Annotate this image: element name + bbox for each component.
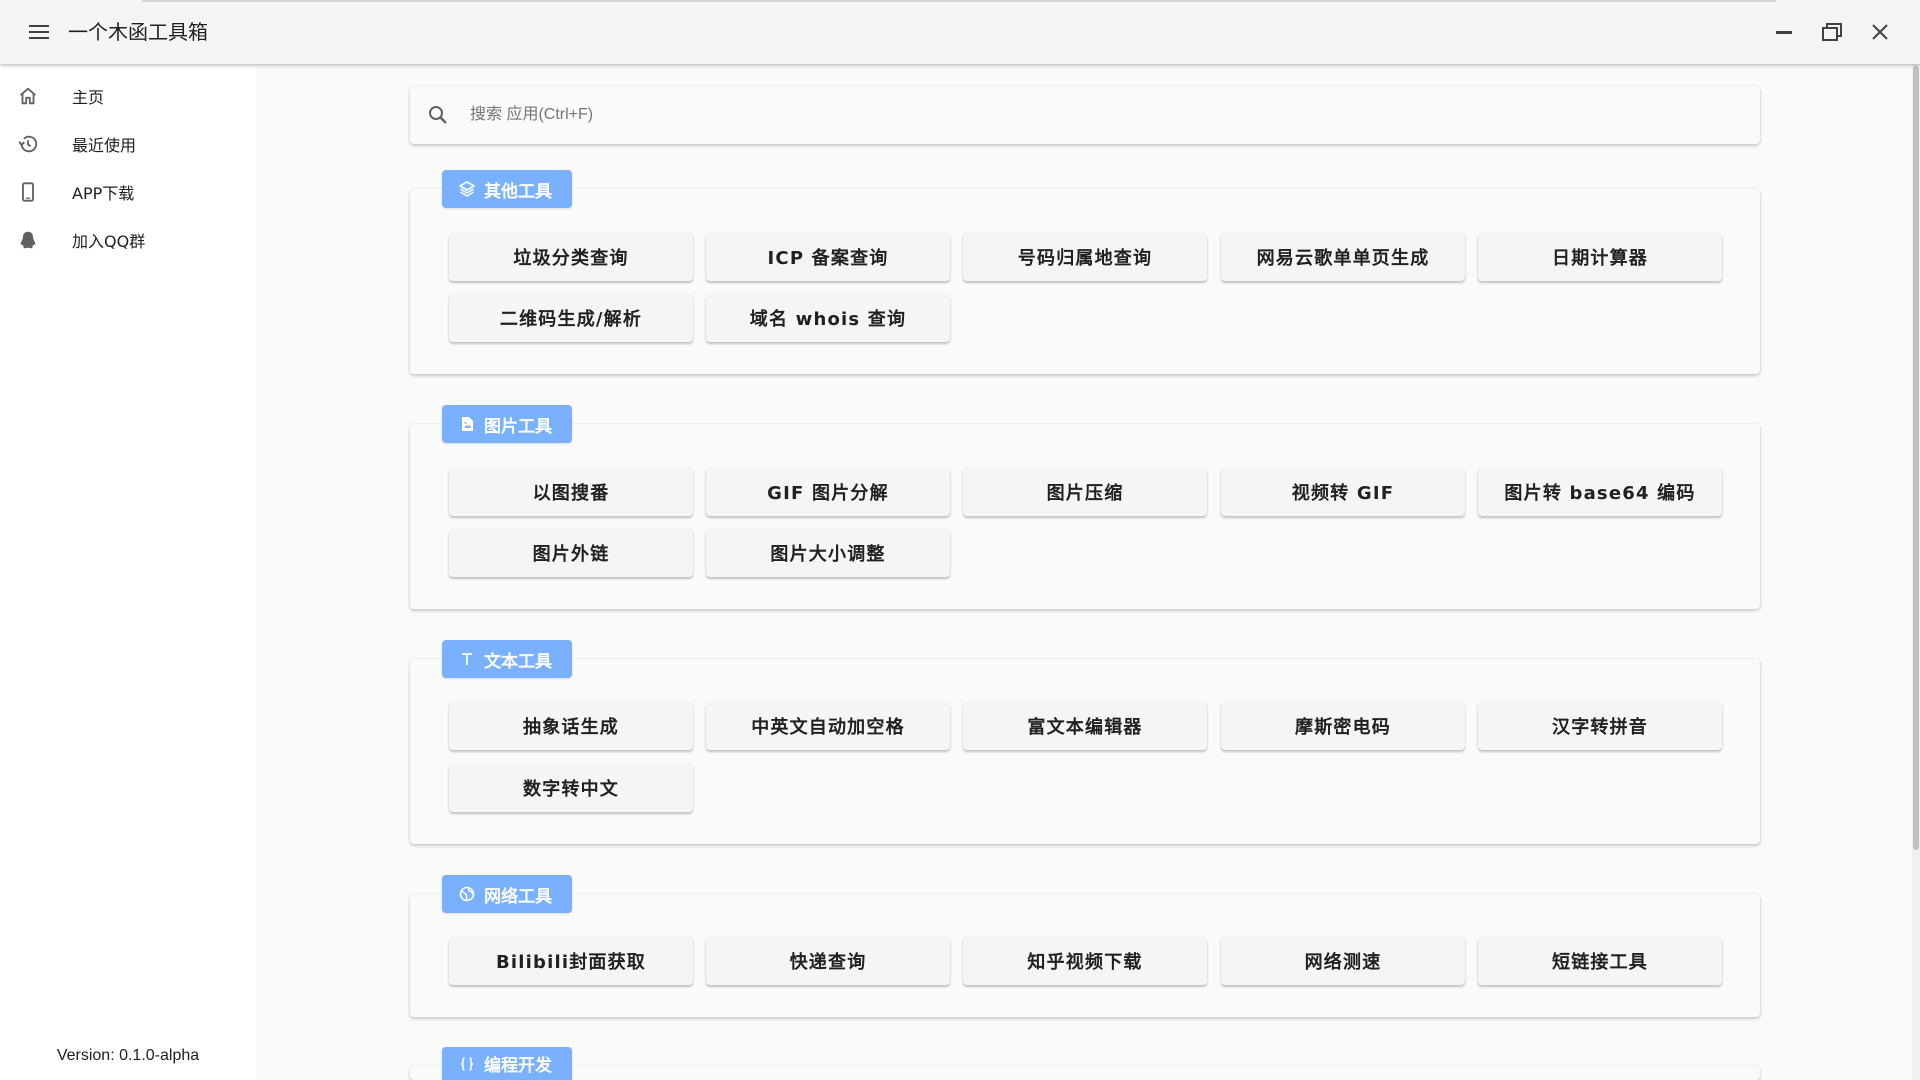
category-chip-image: 图片工具 (442, 405, 572, 443)
app-title: 一个木函工具箱 (68, 20, 208, 44)
category-card-other (410, 189, 1760, 374)
tool-button[interactable]: 富文本编辑器 (963, 702, 1207, 750)
category-chip-network: 网络工具 (442, 875, 572, 913)
category-label: 网络工具 (484, 886, 552, 907)
search-input[interactable] (470, 100, 1730, 130)
phone-icon (16, 180, 40, 204)
image-file-icon (458, 415, 476, 433)
tool-button[interactable]: 网络测速 (1221, 937, 1465, 985)
sidebar-item-recent[interactable]: 最近使用 (0, 120, 256, 168)
tool-button[interactable]: 图片大小调整 (706, 529, 950, 577)
maximize-icon[interactable] (1812, 14, 1852, 50)
search-bar[interactable] (410, 86, 1760, 144)
close-icon[interactable] (1860, 14, 1900, 50)
menu-icon[interactable] (24, 18, 54, 46)
sidebar-item-qq-group[interactable]: 加入QQ群 (0, 216, 256, 264)
tool-button[interactable]: 网易云歌单单页生成 (1221, 233, 1465, 281)
title-bar-drag-line (142, 0, 1776, 2)
tool-button[interactable]: 号码归属地查询 (963, 233, 1207, 281)
tool-button[interactable]: 短链接工具 (1478, 937, 1722, 985)
category-card-image (410, 424, 1760, 609)
category-chip-text: 文本工具 (442, 640, 572, 678)
category-chip-other: 其他工具 (442, 170, 572, 208)
text-icon (458, 650, 476, 668)
sidebar: 主页 最近使用 APP下载 加入QQ群 Version: 0.1.0-alpha (0, 64, 256, 1080)
code-braces-icon (458, 1055, 476, 1073)
scrollbar-thumb[interactable] (1913, 66, 1919, 850)
tool-button[interactable]: 快递查询 (706, 937, 950, 985)
layers-icon (458, 180, 476, 198)
tool-button[interactable]: ICP 备案查询 (706, 233, 950, 281)
tool-button[interactable]: 中英文自动加空格 (706, 702, 950, 750)
category-card-text (410, 659, 1760, 844)
tool-button[interactable]: GIF 图片分解 (706, 468, 950, 516)
vertical-scrollbar[interactable] (1912, 64, 1920, 1080)
tool-button[interactable]: 图片外链 (449, 529, 693, 577)
category-card-dev (410, 1066, 1760, 1080)
tool-button[interactable]: 图片压缩 (963, 468, 1207, 516)
tool-button[interactable]: 以图搜番 (449, 468, 693, 516)
tool-button[interactable]: 抽象话生成 (449, 702, 693, 750)
tool-button[interactable]: 日期计算器 (1478, 233, 1722, 281)
sidebar-item-app-download[interactable]: APP下载 (0, 168, 256, 216)
category-label: 其他工具 (484, 181, 552, 202)
tool-button[interactable]: 垃圾分类查询 (449, 233, 693, 281)
minimize-icon[interactable] (1764, 14, 1804, 50)
tool-button[interactable]: 知乎视频下载 (963, 937, 1207, 985)
tool-button[interactable]: 域名 whois 查询 (706, 294, 950, 342)
category-chip-dev: 编程开发 (442, 1047, 572, 1080)
tool-button[interactable]: 视频转 GIF (1221, 468, 1465, 516)
sidebar-item-label: 加入QQ群 (72, 232, 146, 251)
search-icon (426, 103, 450, 127)
tool-button[interactable]: 图片转 base64 编码 (1478, 468, 1722, 516)
sidebar-item-label: APP下载 (72, 184, 135, 203)
home-icon (16, 84, 40, 108)
title-bar: 一个木函工具箱 (0, 0, 1920, 64)
tool-button[interactable]: 数字转中文 (449, 764, 693, 812)
sidebar-item-home[interactable]: 主页 (0, 72, 256, 120)
sidebar-item-label: 主页 (72, 88, 105, 107)
category-label: 编程开发 (484, 1056, 552, 1076)
sidebar-item-label: 最近使用 (72, 136, 137, 155)
version-label: Version: 0.1.0-alpha (56, 1047, 200, 1064)
history-icon (16, 132, 40, 156)
category-label: 图片工具 (484, 416, 552, 437)
category-label: 文本工具 (484, 651, 552, 672)
qq-icon (16, 228, 40, 252)
tool-button[interactable]: 汉字转拼音 (1478, 702, 1722, 750)
tool-button[interactable]: Bilibili封面获取 (449, 937, 693, 985)
globe-icon (458, 885, 476, 903)
tool-button[interactable]: 二维码生成/解析 (449, 294, 693, 342)
tool-button[interactable]: 摩斯密电码 (1221, 702, 1465, 750)
